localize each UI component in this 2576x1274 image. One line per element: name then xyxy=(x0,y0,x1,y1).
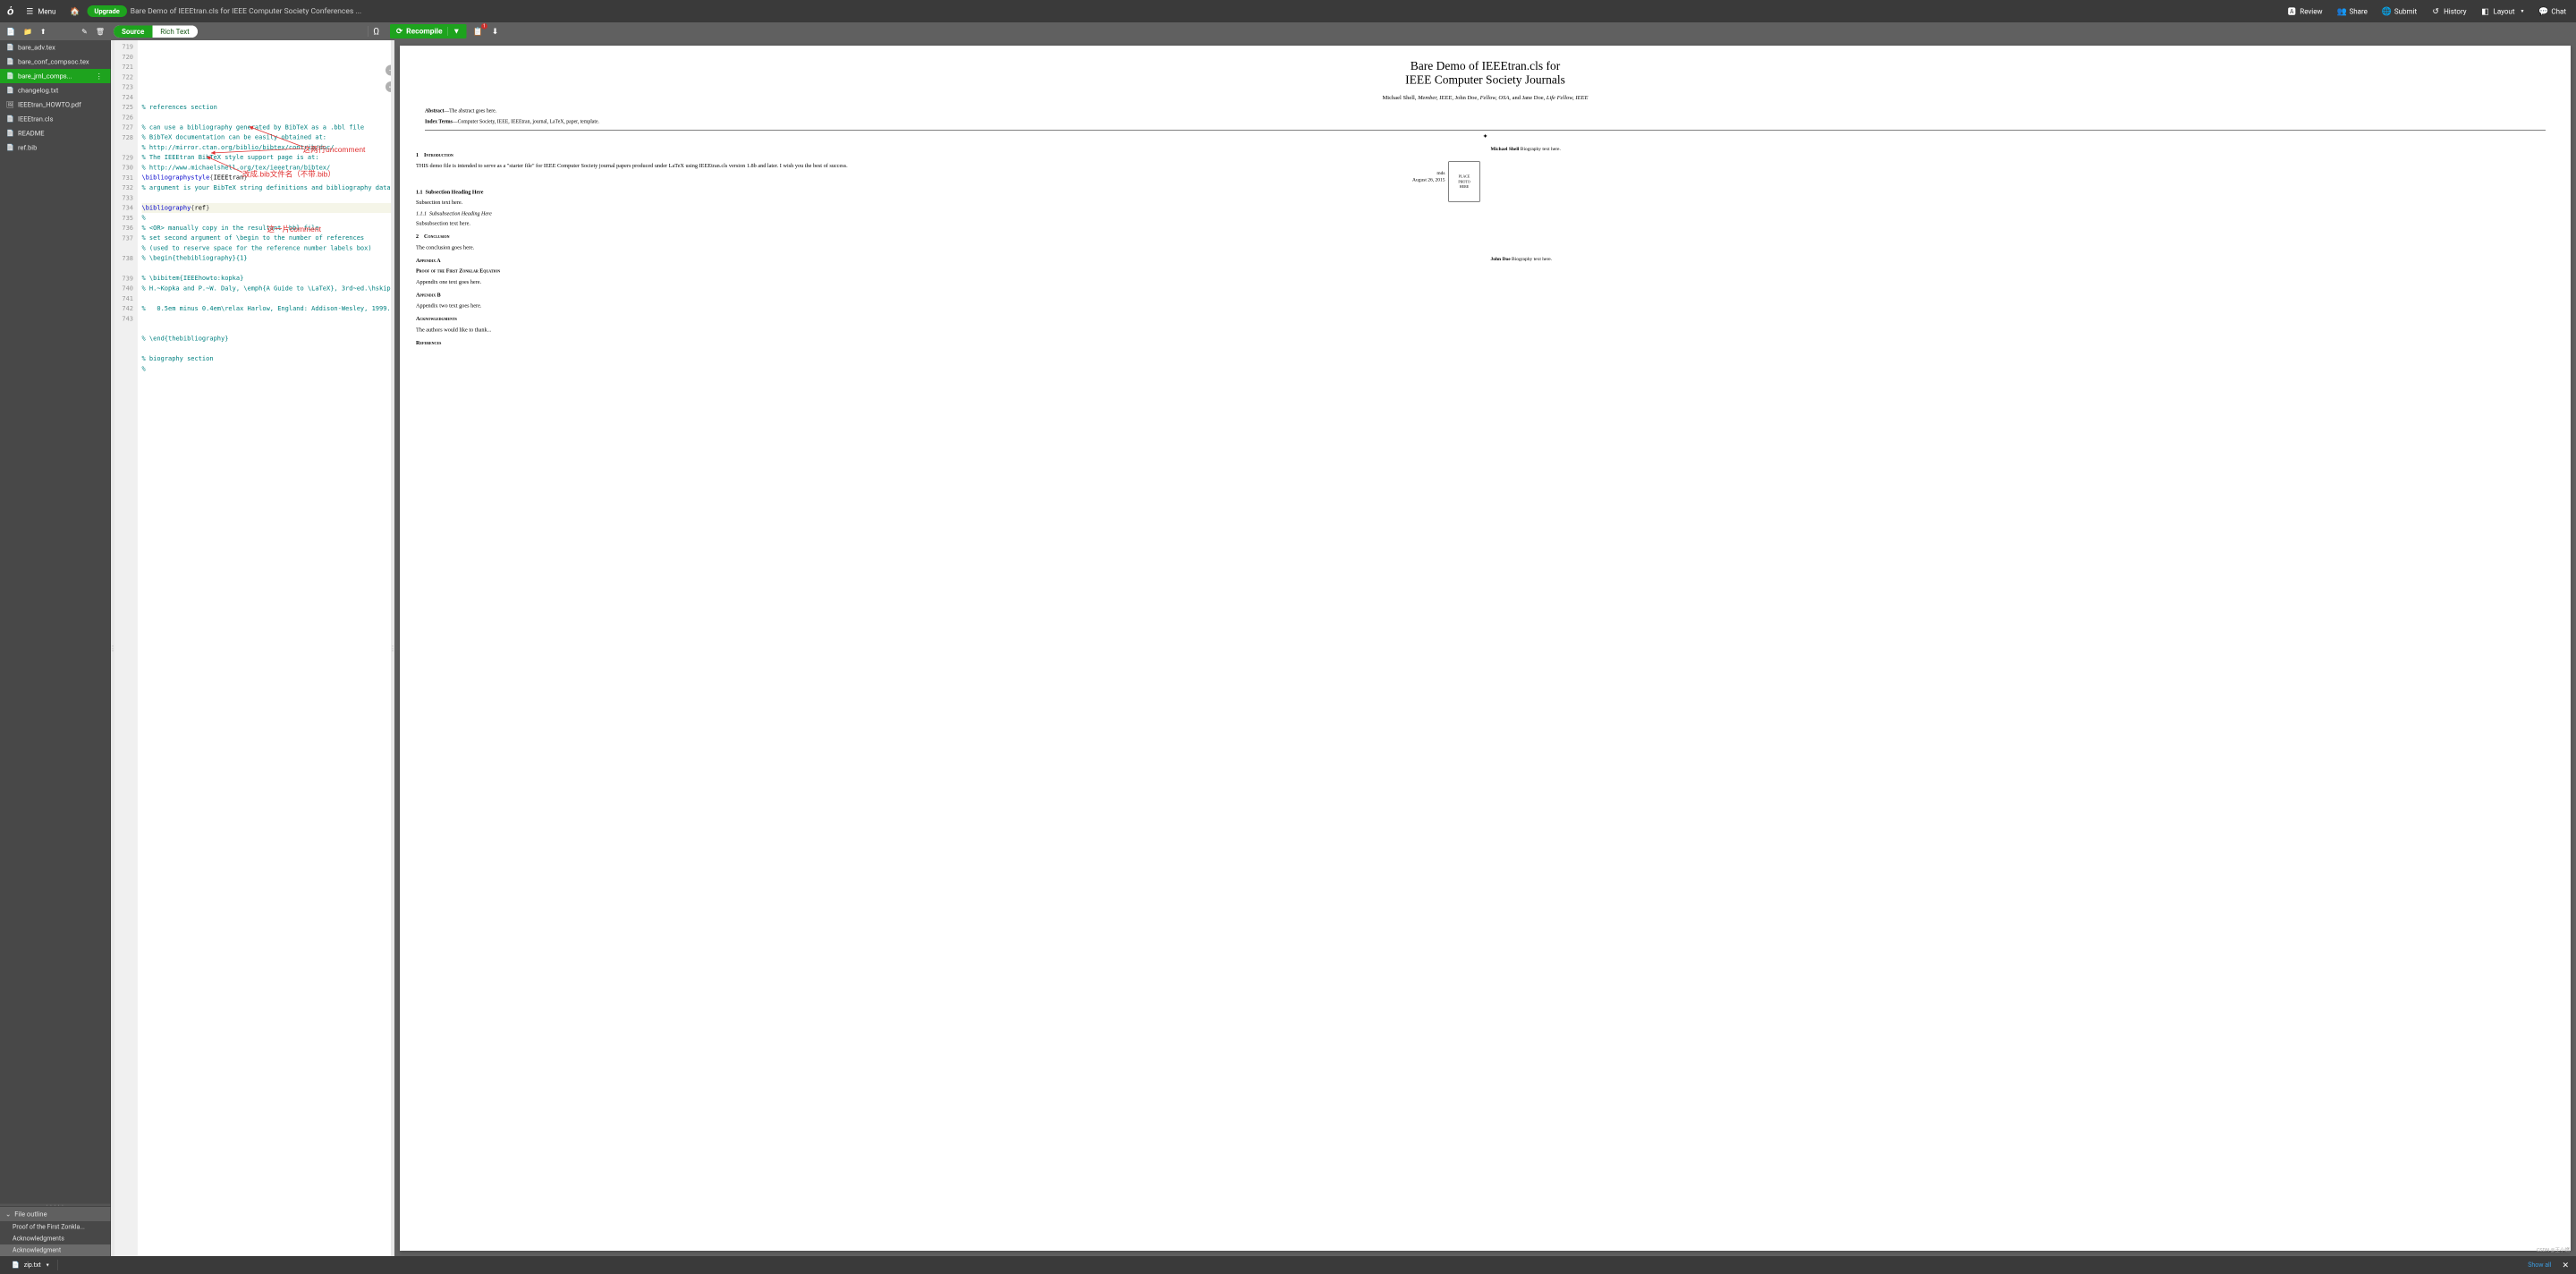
submit-button[interactable]: 🌐Submit xyxy=(2376,3,2423,20)
editor-mode-toggle: Source Rich Text xyxy=(114,25,198,38)
pdf-divider-diamond: ✦ xyxy=(425,133,2546,141)
history-button[interactable]: ↺History xyxy=(2425,3,2472,20)
file-name-label: IEEEtran_HOWTO.pdf xyxy=(18,101,105,109)
history-icon: ↺ xyxy=(2431,6,2440,16)
outline-item[interactable]: Acknowledgment xyxy=(0,1244,111,1256)
chevron-down-icon: ▼ xyxy=(2520,9,2524,14)
file-sidebar: 📄 bare_adv.tex 📄 bare_conf_compsoc.tex 📄 bare… xyxy=(0,40,111,1256)
file-menu-icon[interactable]: ⋮ xyxy=(94,72,105,81)
symbol-palette-button[interactable]: Ω xyxy=(368,26,385,37)
pdf-authors: Michael Shell, Member, IEEE, John Doe, F… xyxy=(416,94,2555,101)
file-name-label: bare_jrnl_comps... xyxy=(18,72,89,81)
pdf-title: Bare Demo of IEEEtran.cls for IEEE Compu… xyxy=(416,59,2555,87)
review-button[interactable]: 🅰Review xyxy=(2281,2,2328,21)
file-icon: 📄 xyxy=(12,1261,20,1269)
pdf-page[interactable]: Bare Demo of IEEEtran.cls for IEEE Compu… xyxy=(400,46,2571,1251)
share-button[interactable]: 👥Share xyxy=(2330,3,2373,20)
outline-item[interactable]: Acknowledgments xyxy=(0,1233,111,1244)
review-icon: 🅰 xyxy=(2287,5,2296,17)
file-item[interactable]: 🖼 IEEEtran_HOWTO.pdf xyxy=(0,98,111,112)
outline-item[interactable]: Proof of the First Zonkla... xyxy=(0,1221,111,1233)
pdf-preview-pane: Bare Demo of IEEEtran.cls for IEEE Compu… xyxy=(394,40,2576,1256)
file-name-label: bare_conf_compsoc.tex xyxy=(18,58,105,66)
delete-icon[interactable]: 🗑 xyxy=(92,24,108,38)
file-name-label: changelog.txt xyxy=(18,87,105,95)
file-outline-header[interactable]: ⌄ File outline xyxy=(0,1207,111,1222)
pdf-column-right: Michael Shell Biography text here. John … xyxy=(1491,146,2555,350)
file-icon: 📄 xyxy=(6,58,13,65)
top-navbar: ὁ ☰ Menu 🏠 Upgrade Bare Demo of IEEEtran… xyxy=(0,0,2576,22)
file-item[interactable]: 📄 bare_adv.tex xyxy=(0,40,111,55)
file-item[interactable]: 📄 IEEEtran.cls xyxy=(0,112,111,126)
share-icon: 👥 xyxy=(2336,6,2345,16)
photo-placeholder: PLACE PHOTO HERE xyxy=(1449,162,1480,202)
file-icon: 📄 xyxy=(6,44,13,51)
new-folder-icon[interactable]: 📁 xyxy=(20,24,36,38)
log-error-badge: 1 xyxy=(481,23,487,30)
home-icon: 🏠 xyxy=(70,6,79,16)
vertical-resize-right[interactable]: ⋮ xyxy=(391,40,394,1256)
sync-to-code-button[interactable]: ← xyxy=(386,81,391,92)
richtext-mode-button[interactable]: Rich Text xyxy=(152,25,198,38)
outline-list: Proof of the First Zonkla...Acknowledgme… xyxy=(0,1221,111,1256)
code-editor[interactable]: 7197207217227237247257267277287297307317… xyxy=(114,40,391,1256)
layout-icon: ◧ xyxy=(2481,6,2490,16)
source-mode-button[interactable]: Source xyxy=(114,25,152,38)
sync-to-pdf-button[interactable]: → xyxy=(386,65,391,76)
home-button[interactable]: 🏠 xyxy=(64,3,85,20)
file-item[interactable]: 📄 bare_jrnl_comps... ⋮ xyxy=(0,69,111,83)
file-item[interactable]: 📄 README xyxy=(0,126,111,140)
rename-icon[interactable]: ✎ xyxy=(78,24,91,38)
file-icon: 📄 xyxy=(6,144,13,151)
preview-toolbar: ⟳ Recompile ▼ 📋1 ⬇ xyxy=(387,22,2576,40)
globe-icon: 🌐 xyxy=(2382,6,2391,16)
overleaf-logo[interactable]: ὁ xyxy=(4,4,17,18)
upgrade-button[interactable]: Upgrade xyxy=(87,5,126,17)
watermark: CSDN @王小燃 xyxy=(2537,1246,2570,1253)
file-icon: 📄 xyxy=(6,72,13,80)
file-item[interactable]: 📄 ref.bib xyxy=(0,140,111,155)
file-icon: 📄 xyxy=(6,130,13,137)
download-pdf-button[interactable]: ⬇ xyxy=(489,25,502,38)
chat-button[interactable]: 💬Chat xyxy=(2532,3,2572,20)
menu-icon: ☰ xyxy=(25,6,34,16)
pdf-index-terms: Index Terms—Computer Society, IEEE, IEEE… xyxy=(425,119,2546,124)
file-name-label: IEEEtran.cls xyxy=(18,115,105,123)
new-file-icon[interactable]: 📄 xyxy=(3,24,19,38)
menu-label: Menu xyxy=(38,7,55,16)
file-name-label: ref.bib xyxy=(18,144,105,152)
pdf-abstract: Abstract—The abstract goes here. xyxy=(425,108,2546,114)
editor-toolbar: Source Rich Text Ω xyxy=(111,22,387,40)
close-icon[interactable]: ✕ xyxy=(2562,1261,2569,1270)
file-item[interactable]: 📄 changelog.txt xyxy=(0,83,111,98)
file-icon: 📄 xyxy=(6,87,13,94)
recompile-dropdown[interactable]: ▼ xyxy=(448,27,461,36)
chat-icon: 💬 xyxy=(2538,6,2547,16)
file-toolbar: 📄 📁 ⬆ ✎ 🗑 xyxy=(0,22,111,40)
show-all-link[interactable]: Show all xyxy=(2528,1261,2551,1269)
file-icon: 🖼 xyxy=(6,101,13,108)
layout-button[interactable]: ◧Layout▼ xyxy=(2475,3,2531,20)
upload-icon[interactable]: ⬆ xyxy=(37,24,50,38)
recompile-button[interactable]: ⟳ Recompile ▼ xyxy=(390,24,467,38)
file-name-label: README xyxy=(18,130,105,138)
file-list: 📄 bare_adv.tex 📄 bare_conf_compsoc.tex 📄 bare… xyxy=(0,40,111,1204)
file-item[interactable]: 📄 bare_conf_compsoc.tex xyxy=(0,55,111,69)
pdf-column-left: 1Introduction PLACE PHOTO HERE THIS demo… xyxy=(416,146,1480,350)
menu-button[interactable]: ☰ Menu xyxy=(19,3,62,20)
file-name-label: bare_adv.tex xyxy=(18,44,105,52)
chevron-down-icon: ▼ xyxy=(46,1262,50,1268)
bottom-file-tab[interactable]: 📄 zip.txt ▼ xyxy=(7,1260,55,1270)
bottom-bar: 📄 zip.txt ▼ Show all ✕ xyxy=(0,1256,2576,1274)
chevron-down-icon: ⌄ xyxy=(5,1210,11,1219)
logs-button[interactable]: 📋1 xyxy=(470,25,486,38)
file-icon: 📄 xyxy=(6,115,13,123)
refresh-icon: ⟳ xyxy=(396,27,402,36)
project-title[interactable]: Bare Demo of IEEEtran.cls for IEEE Compu… xyxy=(127,7,2282,16)
